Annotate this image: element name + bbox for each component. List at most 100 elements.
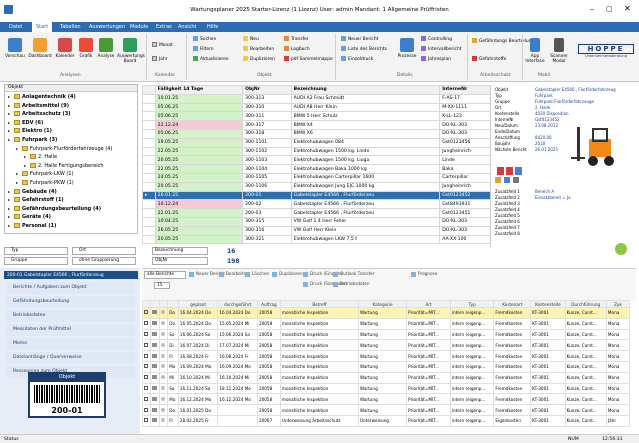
left-panel-item[interactable]: Betriebsdaten [5,310,135,322]
table-row[interactable]: So 16.06.2024 So 15.06.2024 Sa 20058 monatli… [141,328,631,341]
toolbar-button[interactable]: Outlook Transfer [333,271,374,277]
tree-item[interactable]: ▸ Fuhrpark (3) [8,137,57,143]
intervallbericht-button[interactable]: Intervallbericht [421,46,461,52]
left-panel-item[interactable]: Gefährdungsbeurteilung [5,296,135,308]
toolbar-button[interactable]: Betriebsdaten [333,281,370,287]
table-row[interactable]: Fr 28.02.2025 Fr 20067 Unterweisung Arbeits… [141,414,631,427]
camera-icon[interactable] [504,177,510,183]
menu-module[interactable]: Module [130,24,148,30]
gruppe-filter[interactable]: Gruppe [4,257,68,265]
tree-item[interactable]: ▸ EDV (6) [8,119,43,126]
row-selector[interactable] [142,155,156,166]
doc-icon[interactable] [515,167,522,175]
left-panel-item[interactable]: Berichte / Aufgaben zum Objekt [5,282,135,294]
row-selector[interactable] [142,120,156,130]
check-icon[interactable] [144,321,148,326]
pdf-sammelmappe-button[interactable]: pdf Sammelmappe [284,56,333,62]
check-icon[interactable] [144,375,148,380]
dashboard-button[interactable]: Dashboard [28,38,52,59]
row-selector[interactable] [142,172,156,183]
gruppierung-filter[interactable]: ohne Gruppierung [72,257,136,265]
bezeichnung-search[interactable]: Bezeichnung [152,247,208,255]
toolbar-button[interactable]: Duplizieren [272,271,303,277]
menu-auswertungen[interactable]: Auswertungen [89,24,125,30]
pdf-icon[interactable] [497,167,504,175]
grafik-button[interactable]: Grafik [77,38,95,59]
minimize-icon[interactable]: – [590,5,594,14]
tree-item[interactable]: ▸ Arbeitsmittel (9) [8,102,69,109]
plus-icon[interactable] [495,177,501,183]
filtern-button[interactable]: Filtern [193,46,214,52]
column-header[interactable] [150,300,161,308]
left-panel-item[interactable]: Memo [5,338,135,350]
tree-item[interactable]: ▸ Elektro (1) [8,128,52,134]
column-header[interactable]: Betreff [279,300,359,308]
column-header[interactable]: Kostenstelle [530,300,566,308]
row-selector[interactable] [142,199,156,210]
round-green-button[interactable] [615,243,627,255]
monat-button[interactable]: Monat [152,42,173,48]
tree-item[interactable]: ▸ Gefahrstoff (1) [8,197,64,203]
typ-filter[interactable]: Typ [4,247,68,255]
row-selector[interactable] [142,234,156,245]
check-icon[interactable] [144,353,148,358]
menu-tabellen[interactable]: Tabellen [60,24,81,30]
tree-item[interactable]: ▸ Geräte (4) [8,214,51,220]
einzeldruck-button[interactable]: Einzeldruck [341,56,373,62]
table-row[interactable]: Mo 16.12.2024 Mo 16.12.2024 Mo 20058 monatli… [141,393,631,406]
column-header[interactable] [167,300,179,308]
row-selector[interactable] [142,225,156,236]
pdf-icon[interactable] [506,167,513,175]
transfer-button[interactable]: Transfer [284,36,309,42]
ort-filter[interactable]: Ort [72,247,136,255]
column-header[interactable] [159,300,169,308]
tree-item[interactable]: ▸ Fuhrpark-LKW (1) [16,171,74,177]
suchen-button[interactable]: Suchen [193,36,216,42]
column-header[interactable] [141,300,152,308]
table-row[interactable]: Do 16.05.2024 Do 15.05.2024 Mi 20058 monatli… [141,317,631,330]
column-header[interactable]: ObjNr [242,85,292,95]
aktualisieren-button[interactable]: Aktualisieren [193,56,229,62]
jahresplan-button[interactable]: Jahresplan [421,56,451,62]
bearbeiten-button[interactable]: Bearbeiten [243,46,274,52]
menu-datei[interactable]: Datei [9,24,22,30]
row-selector[interactable] [142,102,156,113]
toolbar-button[interactable]: Prognose [411,271,437,277]
check-icon[interactable] [144,407,148,412]
prozesse-button[interactable]: Prozesse [396,38,418,59]
row-selector[interactable] [142,216,156,227]
row-selector[interactable] [142,181,156,192]
controlling-button[interactable]: Controlling [421,36,452,42]
table-row[interactable]: Do 16.04.2024 Do 16.04.2024 Do 20058 monatli… [141,307,631,319]
table-row[interactable]: Fr 16.08.2024 Fr 16.08.2024 Fr 20058 monatli… [141,350,631,362]
check-icon[interactable] [144,418,148,423]
toolbar-button[interactable]: Löschen [245,271,269,277]
app-interface-button[interactable]: App Interface [525,38,545,64]
row-selector[interactable] [142,128,156,139]
tree-item[interactable]: ▸ 2. Halle Fertigungsbereich [24,162,104,169]
left-panel-item[interactable]: Dateianhänge / Querverweise [5,352,135,364]
jahr-button[interactable]: Jahr [152,56,168,62]
delete-icon[interactable] [513,177,519,183]
check-icon[interactable] [144,331,148,336]
row-selector[interactable]: ▸ [142,190,156,201]
analyse-button[interactable]: Analyse [96,38,116,59]
duplizieren-button[interactable]: Duplizieren [243,56,275,62]
column-header[interactable]: Kostenart [493,300,532,308]
tree-item[interactable]: ▸ Gefährdungsbeurteilung (4) [8,205,101,212]
column-header[interactable]: Auftrag [256,300,281,308]
check-icon[interactable] [144,396,148,401]
gefahrstoffe-button[interactable]: Gefahrstoffe [472,56,506,62]
row-selector[interactable] [142,146,156,157]
objnr-search[interactable]: ObjNr [152,257,208,265]
check-icon[interactable] [144,310,148,315]
column-header[interactable]: Kategorie [357,300,408,308]
auswertungsboard-button[interactable]: Auswertungs Board [117,38,145,64]
tree-item[interactable]: ▸ Gebäude (4) [8,188,57,195]
row-selector[interactable] [142,208,156,218]
tree-item[interactable]: ▸ 2. Halle [24,154,57,160]
scanner-modul-button[interactable]: Scanner Modul [549,38,569,64]
tree-item[interactable]: ▸ Anlagentechnik (4) [8,94,76,100]
column-header[interactable]: Durchführung [564,300,607,308]
column-header[interactable]: geplant [177,300,219,308]
